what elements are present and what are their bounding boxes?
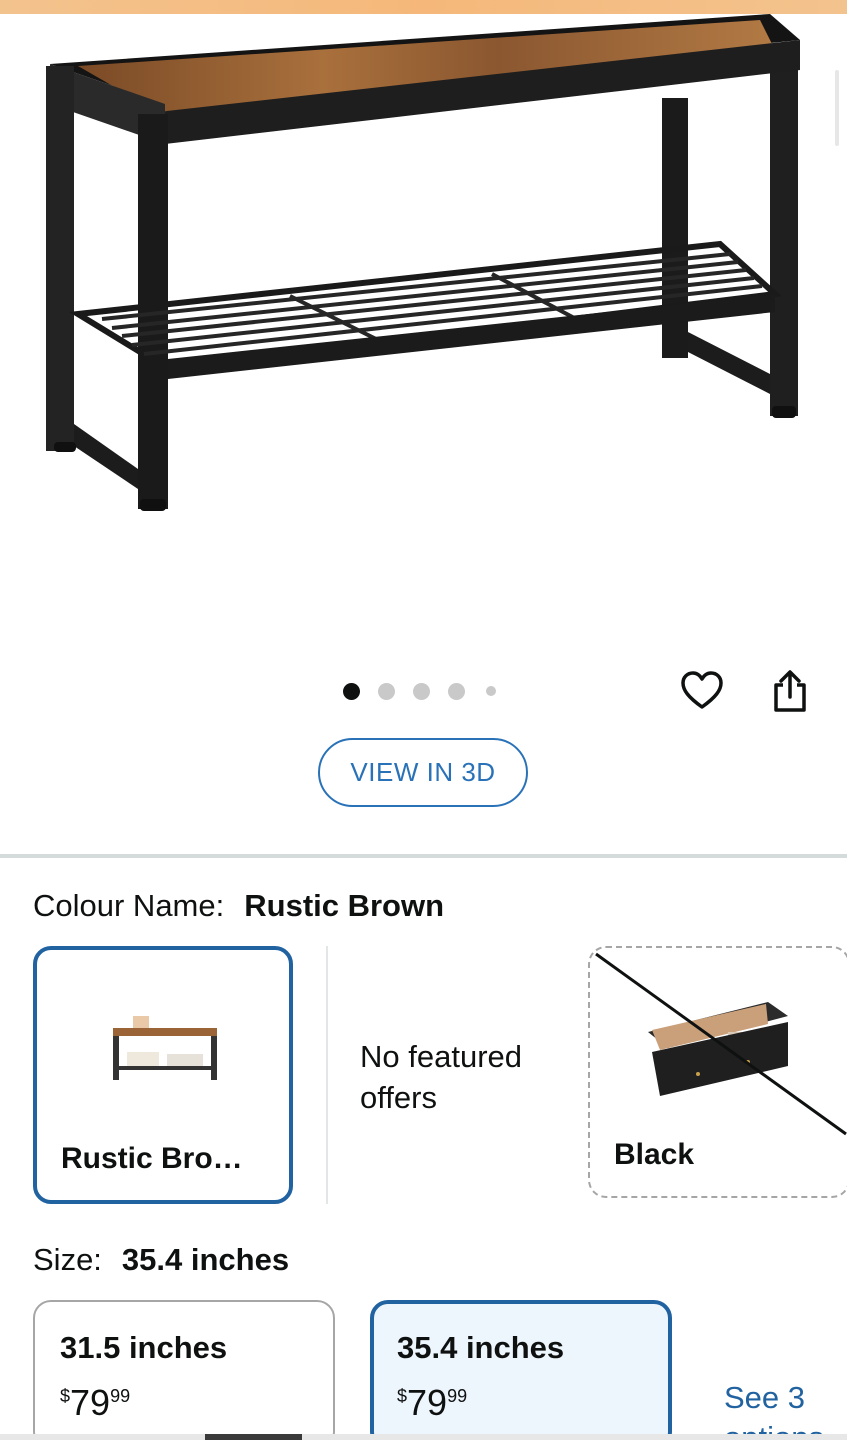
colour-swatch-rustic-brown[interactable]: Rustic Bro… — [33, 946, 293, 1204]
swatch-divider — [326, 946, 328, 1204]
gallery-dot[interactable] — [448, 682, 465, 700]
price-fraction: 99 — [110, 1386, 131, 1406]
size-option-price: $7999 — [60, 1382, 130, 1424]
size-option-name: 31.5 inches — [60, 1330, 228, 1365]
colour-name-row: Colour Name: Rustic Brown — [33, 888, 444, 924]
gallery-dot[interactable] — [486, 686, 496, 696]
price-whole: 79 — [70, 1382, 111, 1423]
share-button[interactable] — [766, 666, 814, 716]
wishlist-button[interactable] — [678, 666, 726, 714]
swatch-label: Black — [614, 1138, 695, 1171]
see-more-options-link[interactable]: See 3 — [724, 1380, 805, 1416]
colour-swatch-black[interactable]: Black — [588, 946, 847, 1198]
price-symbol: $ — [397, 1386, 408, 1406]
price-fraction: 99 — [447, 1386, 468, 1406]
bottom-scroll-bar — [0, 1434, 847, 1440]
share-icon — [774, 670, 806, 712]
price-symbol: $ — [60, 1386, 71, 1406]
price-whole: 79 — [407, 1382, 448, 1423]
top-banner-strip — [0, 0, 847, 14]
size-label: Size: — [33, 1242, 102, 1277]
gallery-dot[interactable] — [413, 682, 430, 700]
heart-icon — [681, 671, 723, 709]
colour-label: Colour Name: — [33, 888, 225, 923]
bottom-scroll-grip — [205, 1434, 302, 1440]
view-in-3d-button[interactable]: VIEW IN 3D — [318, 738, 528, 807]
size-selected-value: 35.4 inches — [121, 1242, 290, 1277]
gallery-scroll-indicator — [835, 70, 839, 146]
size-option-name: 35.4 inches — [397, 1330, 565, 1365]
image-gallery[interactable] — [0, 14, 847, 844]
gallery-pagination-dots[interactable] — [343, 680, 514, 702]
product-image[interactable] — [30, 14, 820, 534]
swatch-thumbnail — [113, 1016, 217, 1080]
colour-selected-value: Rustic Brown — [244, 888, 445, 923]
swatch-label: Rustic Bro… — [61, 1142, 243, 1175]
gallery-dot[interactable] — [378, 682, 395, 700]
size-row: Size: 35.4 inches — [33, 1242, 289, 1278]
section-divider — [0, 854, 847, 858]
no-featured-offers-text: No featured offers — [360, 1039, 522, 1115]
size-option-35-4[interactable]: 35.4 inches $7999 — [370, 1300, 672, 1440]
size-option-31-5[interactable]: 31.5 inches $7999 — [33, 1300, 335, 1440]
gallery-dot[interactable] — [343, 682, 360, 700]
size-option-price: $7999 — [397, 1382, 467, 1424]
